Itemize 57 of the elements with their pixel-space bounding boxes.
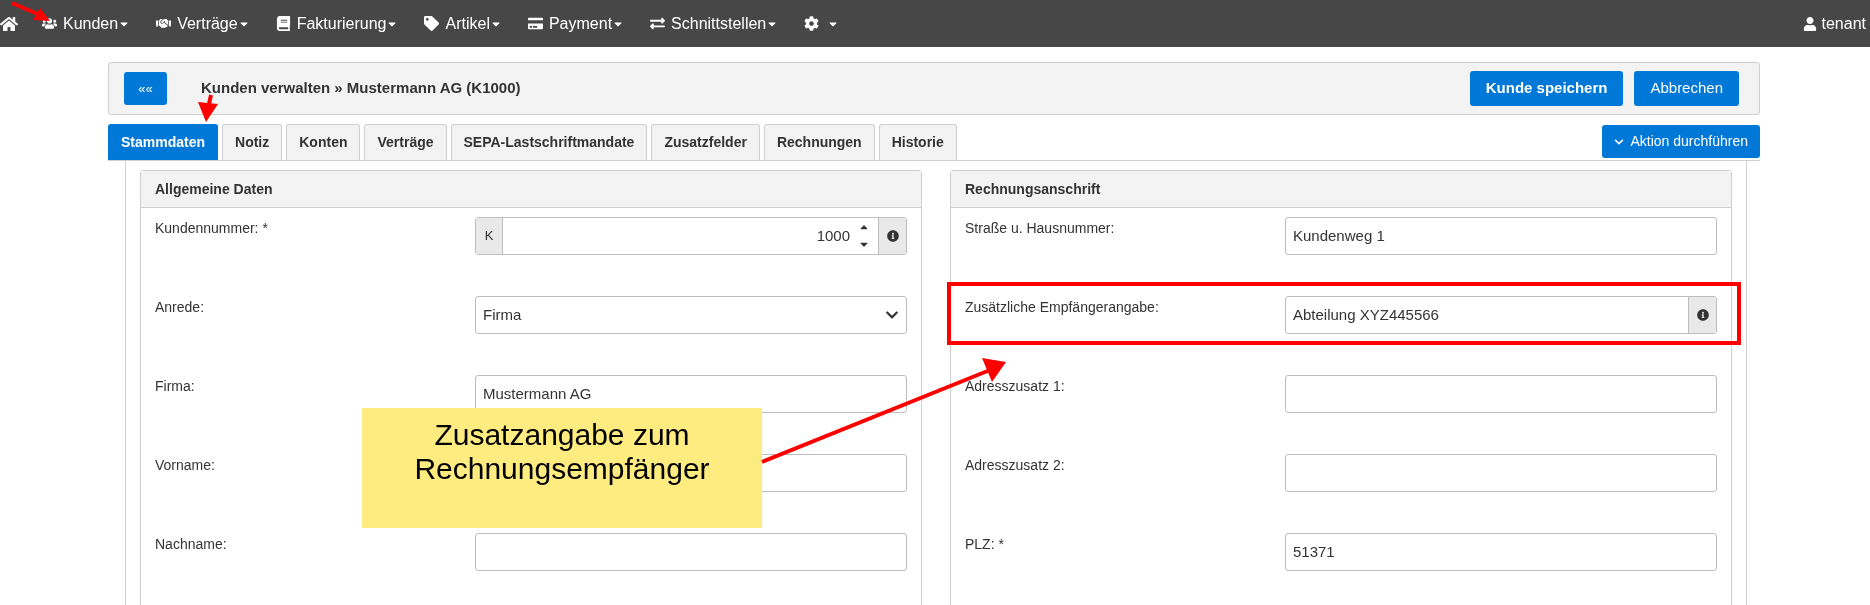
tab[interactable]: Historie <box>878 124 957 160</box>
input-field[interactable]: 51371 <box>1285 533 1717 571</box>
info-icon <box>1696 309 1709 321</box>
card-title: Allgemeine Daten <box>141 171 921 208</box>
header-button[interactable]: Kunde speichern <box>1469 71 1624 106</box>
field-label: Adresszusatz 2: <box>965 456 1066 475</box>
number-value: 1000 <box>815 225 851 246</box>
user-icon <box>1802 16 1817 31</box>
tab[interactable]: Zusatzfelder <box>651 124 760 160</box>
info-icon <box>886 230 899 242</box>
arrows-icon <box>650 16 666 31</box>
input-field[interactable] <box>1285 375 1717 413</box>
nav-menu[interactable]: Fakturierung <box>275 11 399 36</box>
tab[interactable]: Konten <box>286 124 361 160</box>
card-title: Rechnungsanschrift <box>951 171 1731 208</box>
number-field[interactable]: K 1000 <box>475 217 907 255</box>
select-field[interactable]: Firma <box>475 296 907 334</box>
credit-card-icon <box>527 16 543 31</box>
header-button[interactable]: Abbrechen <box>1634 71 1739 106</box>
annotation-tooltip: Zusatzangabe zum Rechnungsempfänger <box>362 408 762 528</box>
annotation-arrow <box>198 94 218 122</box>
field-label: Straße u. Hausnummer: <box>965 219 1116 238</box>
input-field[interactable] <box>475 533 907 571</box>
tab[interactable]: SEPA-Lastschriftmandate <box>450 124 648 160</box>
info-addon[interactable] <box>1688 297 1716 333</box>
input-field[interactable]: Kundenweg 1 <box>1285 217 1717 255</box>
field-label: Adresszusatz 1: <box>965 377 1066 396</box>
field-label: PLZ: * <box>965 535 1005 554</box>
field-label: Nachname: <box>155 535 228 554</box>
user-menu[interactable]: tenant <box>1802 11 1866 36</box>
info-addon[interactable] <box>878 218 906 254</box>
nav-menu[interactable]: Payment <box>527 11 625 36</box>
nav-menu[interactable]: Schnittstellen <box>650 11 779 36</box>
spinner-icon[interactable] <box>858 224 870 248</box>
tab[interactable]: Stammdaten <box>108 124 219 160</box>
settings-icon <box>804 16 820 31</box>
field-label: Anrede: <box>155 298 206 317</box>
input-field[interactable]: Mustermann AG <box>475 375 907 413</box>
tab[interactable]: Rechnungen <box>763 124 875 160</box>
book-icon <box>275 16 291 31</box>
field-label: Zusätzliche Empfängerangabe: <box>965 298 1160 317</box>
nav-menu[interactable]: Verträge <box>156 11 250 36</box>
field-label: Kundennummer: * <box>155 219 269 238</box>
chevron-icon <box>1614 136 1625 147</box>
input-field[interactable]: Abteilung XYZ445566 <box>1285 296 1717 334</box>
input-field[interactable] <box>1285 454 1717 492</box>
tag-icon <box>424 16 440 31</box>
handshake-icon <box>156 16 172 31</box>
nav-menu[interactable]: Artikel <box>424 11 502 36</box>
action-button[interactable]: Aktion durchführen <box>1602 125 1760 158</box>
prefix-addon: K <box>476 218 503 254</box>
annotation-arrow <box>11 1 50 21</box>
home-icon[interactable] <box>0 14 18 33</box>
tab[interactable]: Verträge <box>364 124 447 160</box>
page-title: Kunden verwalten » Mustermann AG (K1000) <box>201 78 521 99</box>
tab[interactable]: Notiz <box>222 124 283 160</box>
back-button[interactable]: «« <box>124 72 167 105</box>
